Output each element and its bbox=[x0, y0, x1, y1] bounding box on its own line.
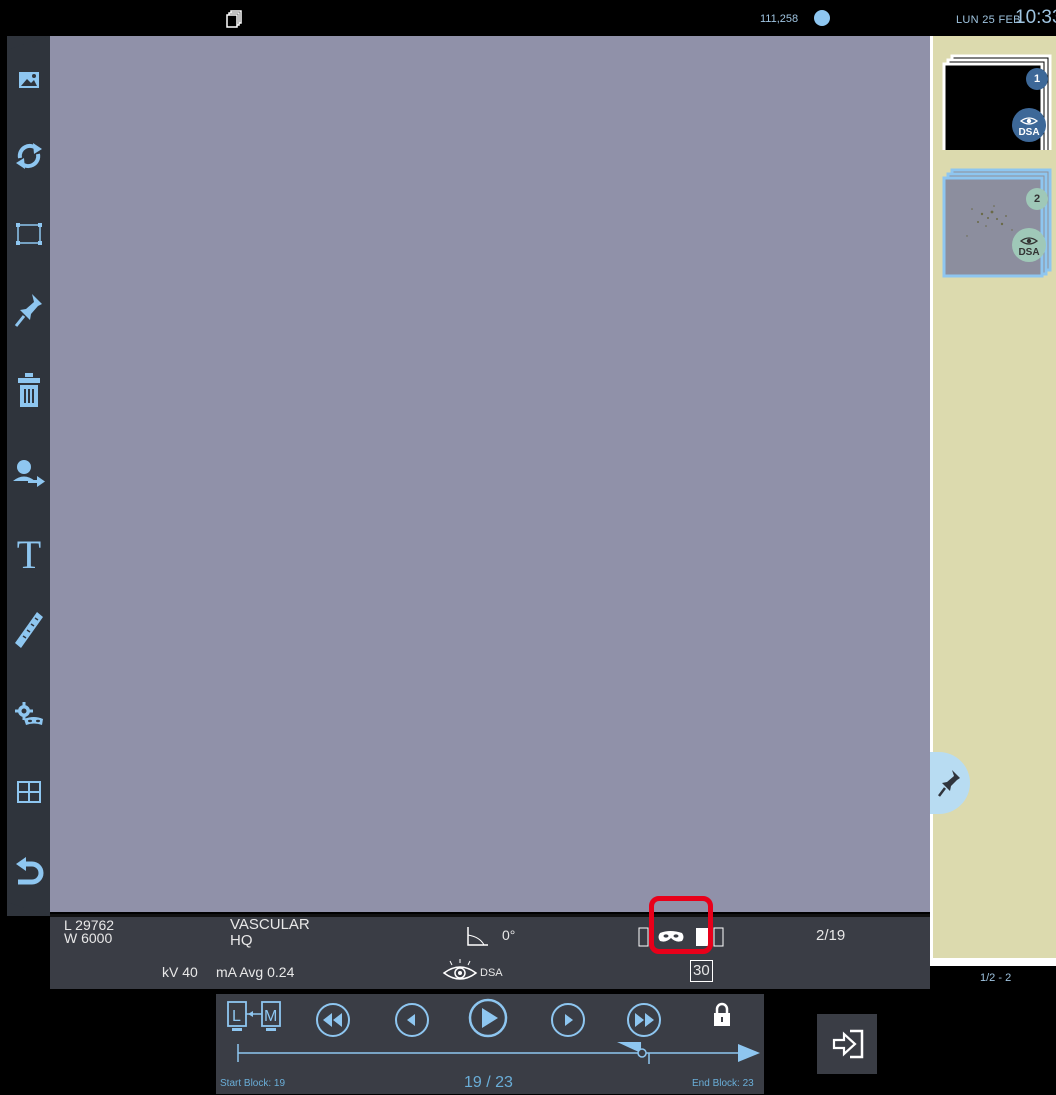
thumbnail-pager: 1/2 - 2 bbox=[980, 972, 1012, 984]
copy-icon[interactable] bbox=[226, 10, 242, 28]
date-label: LUN 25 FEB bbox=[956, 14, 1021, 26]
mode-label: DSA bbox=[480, 967, 503, 979]
angle-icon bbox=[467, 927, 488, 946]
thumbnail-1[interactable]: 1 DSA bbox=[942, 46, 1052, 156]
eye-icon bbox=[1020, 117, 1038, 125]
ruler-tool-button[interactable] bbox=[11, 612, 47, 648]
undo-icon bbox=[16, 857, 44, 885]
rotate-icon bbox=[16, 143, 42, 169]
ma-label: mA Avg 0.24 bbox=[216, 964, 295, 980]
mask-settings-button[interactable] bbox=[11, 696, 47, 732]
text-icon: T bbox=[16, 531, 42, 577]
time-label: 10:33 bbox=[1015, 7, 1056, 28]
ruler-icon bbox=[15, 612, 43, 648]
roi-select-icon bbox=[16, 223, 42, 245]
top-bar: 111,258 LUN 25 FEB 10:33 bbox=[0, 0, 1056, 36]
lm-l-label: L bbox=[232, 1008, 241, 1025]
exit-icon bbox=[832, 1029, 864, 1059]
text-tool-button[interactable]: T bbox=[11, 532, 47, 577]
delete-tool-button[interactable] bbox=[11, 372, 47, 408]
left-toolbar: T bbox=[7, 36, 50, 916]
thumbnail-2-number: 2 bbox=[1026, 188, 1048, 210]
rotate-tool-button[interactable] bbox=[11, 138, 47, 174]
frame-counter: 19 / 23 bbox=[464, 1074, 513, 1091]
play-icon[interactable] bbox=[468, 998, 508, 1038]
mask-settings-icon bbox=[15, 702, 43, 725]
end-block-label: End Block: 23 bbox=[692, 1078, 754, 1089]
lm-m-label: M bbox=[264, 1008, 277, 1025]
thumbnail-panel: 1 DSA 2 DSA bbox=[930, 36, 1056, 966]
fast-rewind-icon[interactable] bbox=[315, 1002, 351, 1038]
image-tool-button[interactable] bbox=[11, 62, 47, 98]
image-icon bbox=[19, 72, 39, 88]
image-viewport[interactable] bbox=[50, 36, 930, 912]
panel-bottom-strip bbox=[933, 958, 1056, 966]
frame-rate-label: 30 bbox=[690, 960, 713, 982]
step-back-icon[interactable] bbox=[394, 1002, 430, 1038]
lm-link-icon[interactable]: L M bbox=[226, 1000, 284, 1036]
thumbnail-1-dsa-badge: DSA bbox=[1012, 108, 1046, 142]
roi-tool-button[interactable] bbox=[11, 216, 47, 252]
image-index-label: 2/19 bbox=[816, 927, 846, 944]
fast-forward-icon[interactable] bbox=[626, 1002, 662, 1038]
thumbnail-2[interactable]: 2 DSA bbox=[942, 164, 1052, 284]
patient-transfer-icon bbox=[13, 460, 45, 487]
thumbnail-2-dsa-badge: DSA bbox=[1012, 228, 1046, 262]
window-width-label: W 6000 bbox=[64, 930, 113, 946]
protocol-label: VASCULAR bbox=[230, 916, 310, 933]
image-counter: 111,258 bbox=[760, 13, 799, 25]
angle-label: 0° bbox=[502, 927, 516, 943]
lock-icon[interactable] bbox=[712, 1002, 732, 1028]
layout-tool-button[interactable] bbox=[11, 774, 47, 810]
thumbnail-2-stack bbox=[942, 168, 1052, 278]
quality-label: HQ bbox=[230, 932, 253, 949]
pin-tool-button[interactable] bbox=[11, 292, 47, 328]
eye-icon bbox=[442, 959, 478, 980]
playback-slider[interactable] bbox=[216, 1038, 764, 1078]
kv-label: kV 40 bbox=[162, 964, 198, 980]
exit-button[interactable] bbox=[817, 1014, 877, 1074]
storage-indicator-icon bbox=[814, 10, 830, 26]
step-forward-icon[interactable] bbox=[550, 1002, 586, 1038]
undo-tool-button[interactable] bbox=[11, 854, 47, 890]
eye-icon bbox=[1020, 237, 1038, 245]
thumbnail-1-number: 1 bbox=[1026, 68, 1048, 90]
trash-icon bbox=[18, 373, 40, 407]
patient-transfer-button[interactable] bbox=[11, 456, 47, 492]
start-block-label: Start Block: 19 bbox=[220, 1078, 286, 1089]
pin-icon bbox=[14, 294, 42, 327]
playback-controls: L M Start Block: 19 19 / 23 End Block: 2… bbox=[216, 994, 764, 1094]
layout-grid-icon bbox=[17, 781, 41, 803]
pin-icon bbox=[938, 770, 960, 797]
info-bar-bottom: kV 40 mA Avg 0.24 DSA 30 bbox=[50, 955, 930, 989]
info-bar-top: L 29762 W 6000 VASCULAR HQ 0° 2/19 bbox=[50, 914, 930, 957]
highlight-box bbox=[649, 896, 713, 954]
